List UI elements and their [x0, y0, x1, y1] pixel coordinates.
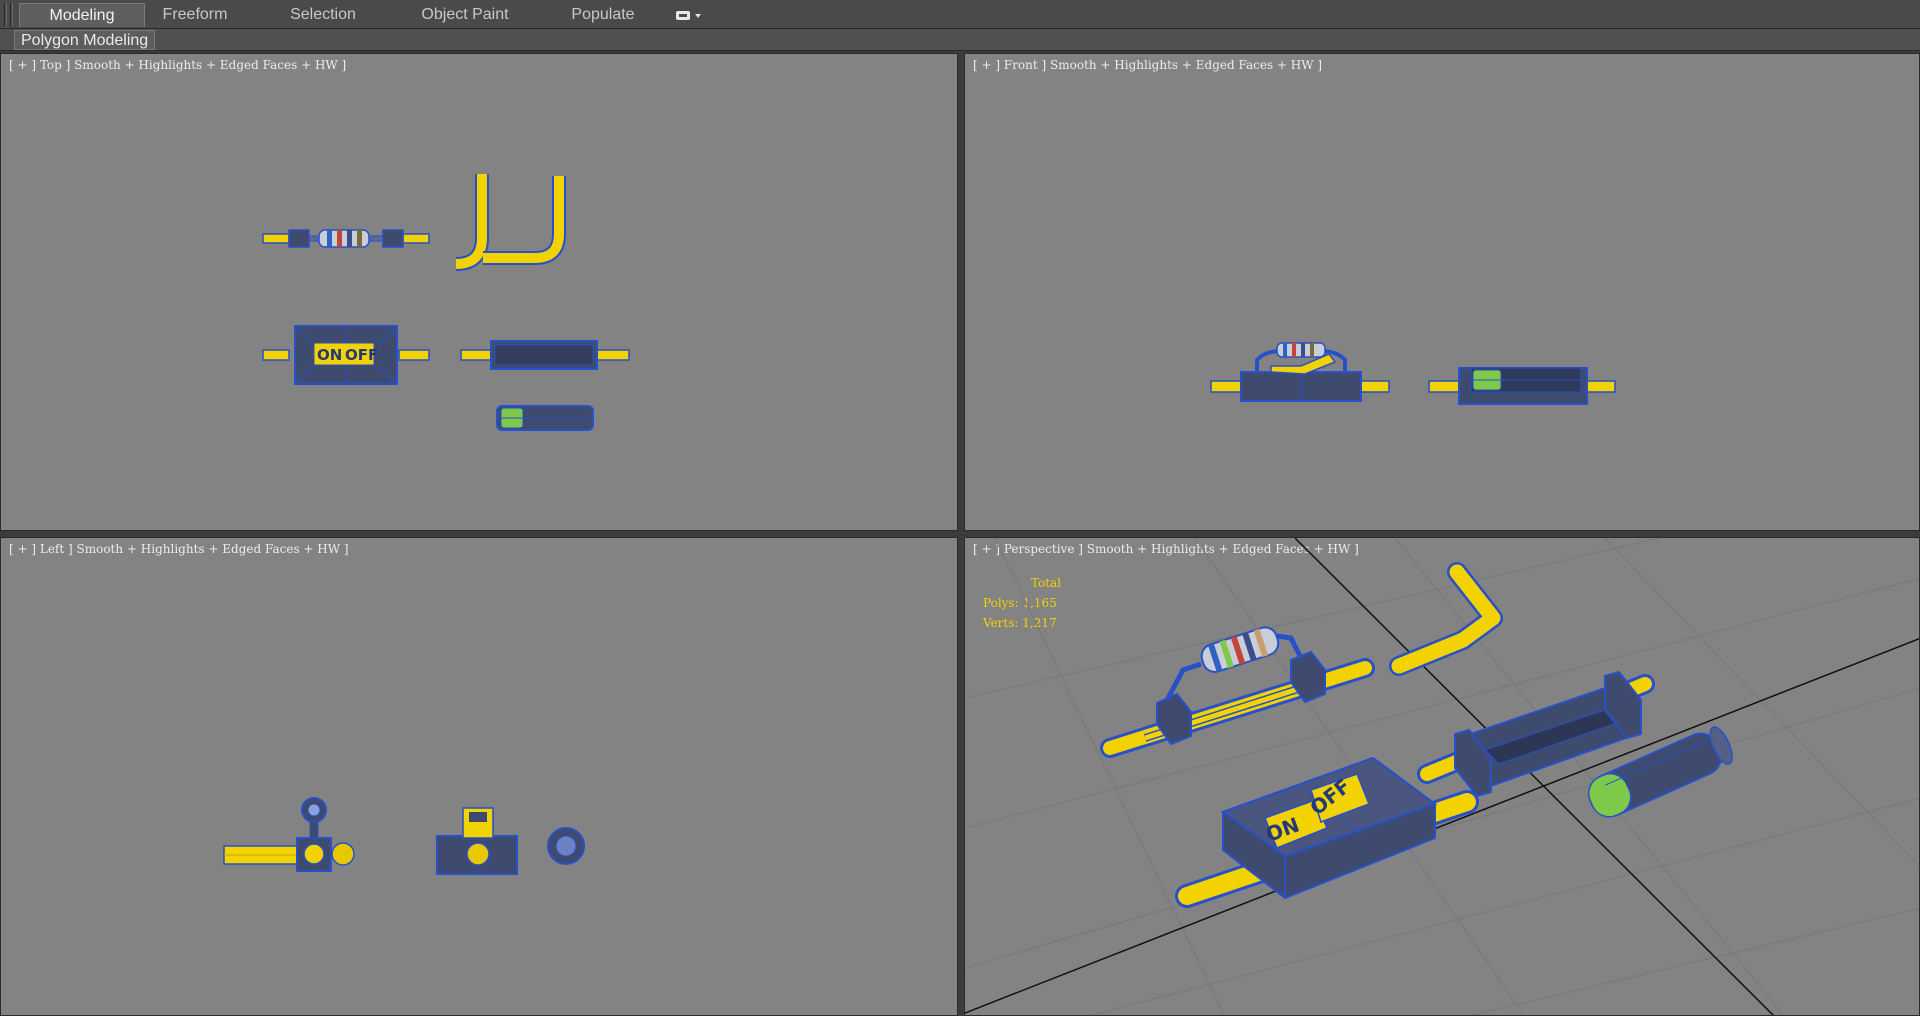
resistor-switch-front-view [1210, 342, 1390, 402]
battery-top-view [496, 405, 594, 431]
bent-wire-perspective [1389, 562, 1503, 676]
perspective-view-scene: ON OFF [965, 538, 1919, 1015]
top-view-scene: ON OFF [262, 174, 630, 431]
capacitor-battery-front-view [1428, 367, 1616, 405]
switch-top-view: ON OFF [262, 325, 430, 385]
viewport-front[interactable]: [ + ] Front ] Smooth + Highlights + Edge… [964, 53, 1920, 531]
tab-modeling[interactable]: Modeling [19, 3, 145, 27]
bent-wire-top-view-horizontal [483, 176, 566, 265]
polygon-modeling-panel-button[interactable]: Polygon Modeling [14, 30, 156, 50]
viewport-perspective[interactable]: [ + ] Perspective ] Smooth + Highlights … [964, 537, 1920, 1016]
ribbon-tab-bar: Modeling Freeform Selection Object Paint… [0, 0, 1920, 29]
front-view-scene [1210, 342, 1616, 405]
bent-wire-top-view [455, 174, 489, 271]
left-view-scene [223, 797, 585, 875]
tab-freeform[interactable]: Freeform [145, 3, 245, 27]
bent-wire-left-view [223, 797, 355, 872]
capacitor-top-view [460, 340, 630, 370]
ribbon-display-icon[interactable] [675, 9, 705, 23]
battery-left-view [547, 827, 585, 865]
world-axis-x [965, 637, 1919, 1014]
tab-selection[interactable]: Selection [258, 3, 388, 27]
switch-off-label: OFF [345, 346, 378, 364]
toolbar-grip[interactable] [10, 3, 13, 26]
viewport-left[interactable]: [ + ] Left ] Smooth + Highlights + Edged… [0, 537, 958, 1016]
viewport-top[interactable]: [ + ] Top ] Smooth + Highlights + Edged … [0, 53, 958, 531]
toolbar-grip[interactable] [4, 3, 7, 26]
switch-left-view [436, 807, 518, 875]
tab-object-paint[interactable]: Object Paint [395, 3, 535, 27]
switch-on-label: ON [317, 346, 342, 364]
ribbon-panel-bar: Polygon Modeling [0, 29, 1920, 51]
resistor-top-view [262, 229, 430, 248]
tab-populate[interactable]: Populate [548, 3, 658, 27]
